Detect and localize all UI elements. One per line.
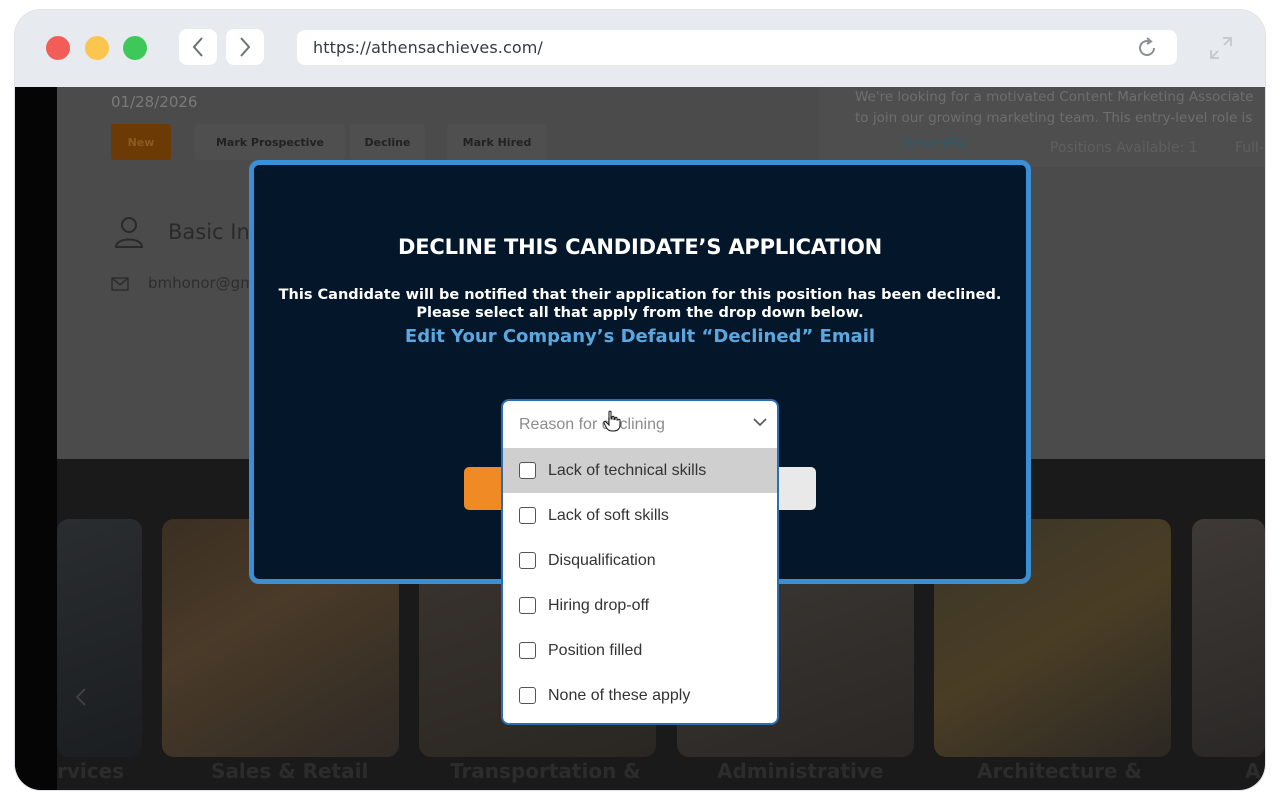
industry-label: Sales & Retail	[211, 759, 369, 783]
mail-icon	[111, 277, 129, 291]
industry-label: A	[1245, 759, 1261, 783]
edit-default-email-link[interactable]: Edit Your Company’s Default “Declined” E…	[254, 326, 1026, 347]
mark-hired-button[interactable]: Mark Hired	[447, 124, 547, 160]
checkbox[interactable]	[519, 462, 536, 479]
chevron-down-icon	[753, 418, 767, 427]
dropdown-placeholder: Reason for declining	[519, 416, 665, 433]
hand-cursor-icon	[603, 410, 621, 432]
industry-label: Administrative	[717, 759, 884, 783]
checkbox[interactable]	[519, 597, 536, 614]
forward-button[interactable]	[226, 29, 264, 65]
dropdown-header[interactable]: Reason for declining	[503, 401, 777, 447]
option-label: Position filled	[548, 641, 643, 659]
mark-prospective-button[interactable]: Mark Prospective	[195, 124, 345, 160]
modal-message: This Candidate will be notified that the…	[254, 286, 1026, 322]
option-label: Lack of technical skills	[548, 461, 707, 479]
industry-tile[interactable]	[1192, 519, 1265, 757]
modal-message-line1: This Candidate will be notified that the…	[278, 287, 1002, 303]
option-label: Disqualification	[548, 551, 656, 569]
option-label: Lack of soft skills	[548, 506, 669, 524]
address-bar[interactable]: https://athensachieves.com/	[297, 30, 1177, 65]
reload-icon[interactable]	[1135, 36, 1159, 60]
checkbox[interactable]	[519, 552, 536, 569]
browser-toolbar: https://athensachieves.com/	[15, 10, 1265, 87]
modal-title: DECLINE THIS CANDIDATE’S APPLICATION	[397, 235, 882, 259]
chevron-left-icon	[192, 37, 203, 57]
modal-message-line2: Please select all that apply from the dr…	[416, 305, 864, 321]
job-description: We're looking for a motivated Content Ma…	[855, 89, 1254, 126]
option-lack-technical-skills[interactable]: Lack of technical skills	[503, 448, 777, 493]
option-lack-soft-skills[interactable]: Lack of soft skills	[503, 493, 777, 538]
maximize-window-button[interactable]	[123, 36, 147, 60]
expand-icon[interactable]	[1207, 34, 1235, 62]
back-button[interactable]	[179, 29, 217, 65]
option-label: None of these apply	[548, 686, 691, 704]
company-name[interactable]: RevenFlo	[903, 136, 967, 152]
checkbox[interactable]	[519, 507, 536, 524]
url-text: https://athensachieves.com/	[313, 38, 543, 57]
option-none-apply[interactable]: None of these apply	[503, 673, 777, 718]
checkbox[interactable]	[519, 687, 536, 704]
option-disqualification[interactable]: Disqualification	[503, 538, 777, 583]
option-hiring-drop-off[interactable]: Hiring drop-off	[503, 583, 777, 628]
industry-label: Transportation &	[450, 759, 641, 783]
chevron-right-icon	[240, 37, 251, 57]
checkbox[interactable]	[519, 642, 536, 659]
close-window-button[interactable]	[46, 36, 70, 60]
carousel-prev-icon[interactable]	[75, 687, 87, 707]
user-icon	[114, 217, 144, 248]
decline-button[interactable]: Decline	[350, 124, 425, 160]
industry-label: rvices	[57, 759, 125, 783]
candidate-email: bmhonor@gm	[148, 274, 255, 292]
job-type: Full-	[1235, 140, 1264, 156]
page-viewport: 01/28/2026 New Mark Prospective Decline …	[15, 87, 1265, 790]
minimize-window-button[interactable]	[85, 36, 109, 60]
cancel-button[interactable]	[774, 467, 816, 510]
reason-dropdown[interactable]: Reason for declining Lack of technical s…	[501, 399, 779, 725]
option-position-filled[interactable]: Position filled	[503, 628, 777, 673]
industry-tile[interactable]	[57, 519, 142, 757]
option-label: Hiring drop-off	[548, 596, 650, 614]
basic-info-heading: Basic In	[168, 220, 250, 244]
page-sidebar-strip	[15, 87, 57, 790]
positions-available: Positions Available: 1	[1050, 140, 1198, 156]
browser-window: https://athensachieves.com/ 01/28/2026 N…	[15, 10, 1265, 790]
application-date: 01/28/2026	[111, 93, 198, 111]
industry-label: Architecture &	[977, 759, 1142, 783]
status-chip-new[interactable]: New	[111, 124, 171, 160]
